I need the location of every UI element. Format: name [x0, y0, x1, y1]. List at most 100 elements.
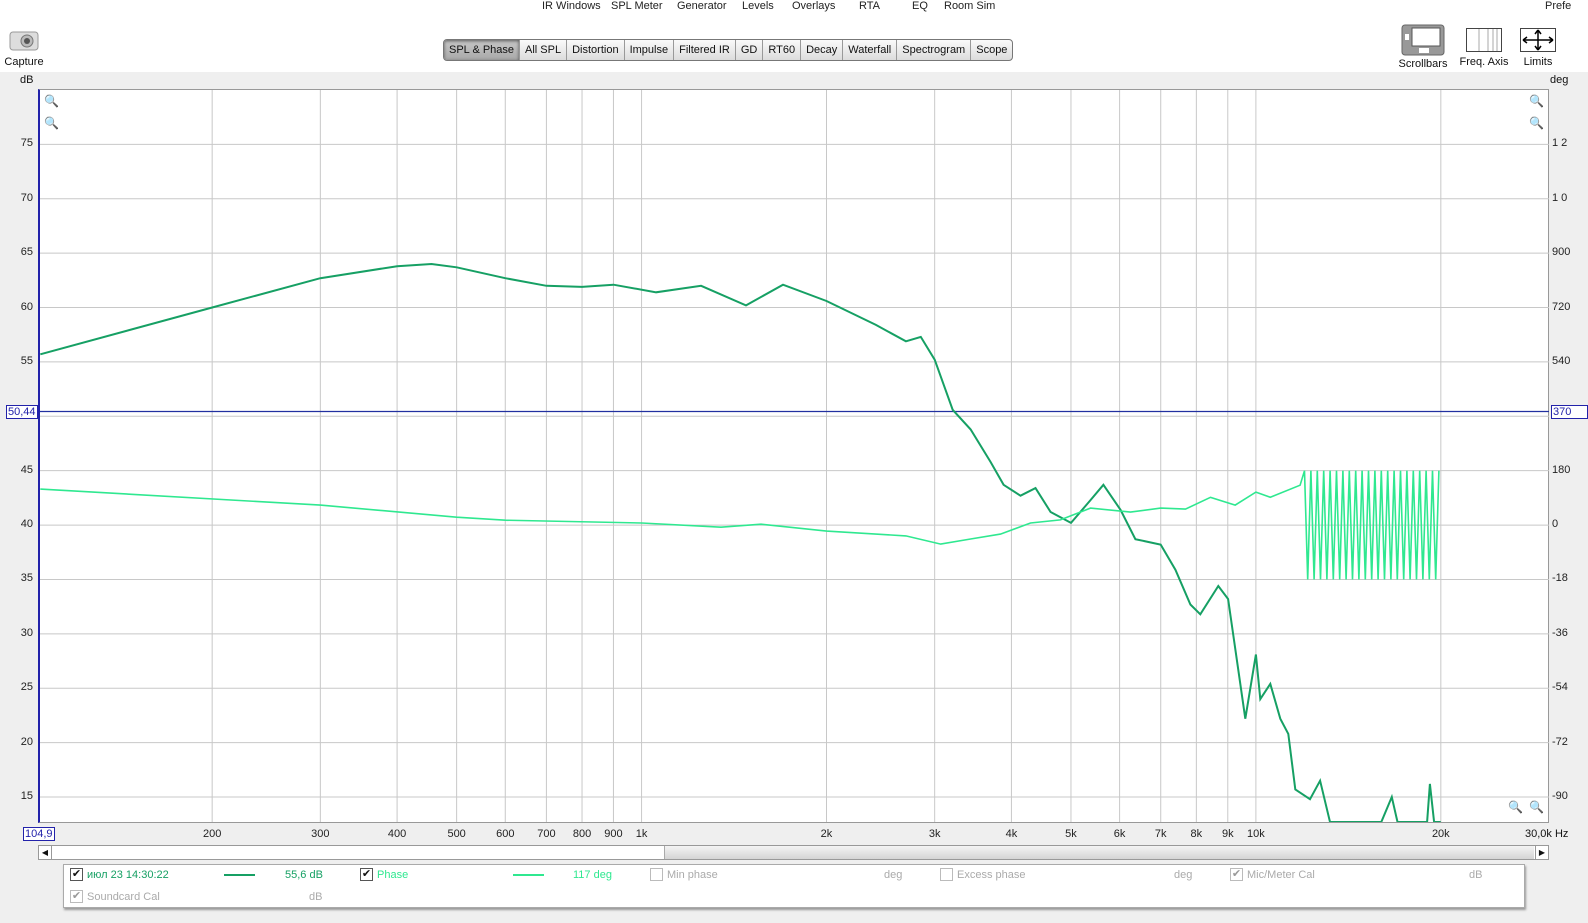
measurement-checkbox[interactable]: ✔ [70, 868, 83, 881]
y-tick-label: 55 [20, 354, 33, 367]
capture-button[interactable]: Capture [2, 28, 46, 68]
scroll-left-arrow[interactable]: ◀ [39, 846, 52, 859]
x-tick-label: 9k [1221, 828, 1234, 840]
menu-overlays[interactable]: Overlays [792, 0, 835, 13]
x-axis-end-label: 30,0k Hz [1525, 828, 1569, 840]
menu-levels[interactable]: Levels [742, 0, 774, 13]
zoom-out-icon[interactable]: 🔍 [1529, 116, 1544, 130]
measurement-name: июл 23 14:30:22 [87, 869, 169, 881]
zoom-in-icon[interactable]: 🔍 [1529, 800, 1544, 814]
left-axis-unit: dB [20, 74, 34, 86]
excess-phase-checkbox[interactable] [940, 868, 953, 881]
y-tick-label: 70 [20, 191, 33, 204]
spl-value: 55,6 dB [285, 869, 323, 881]
min-phase-label: Min phase [667, 869, 718, 881]
y2-tick-label: 180 [1552, 463, 1571, 476]
y-tick-label: 40 [20, 518, 33, 531]
tab-spl-phase[interactable]: SPL & Phase [444, 40, 521, 60]
cursor-deg-readout: 370 [1551, 405, 1588, 419]
cursor-db-readout: 50,44 [6, 405, 38, 419]
x-tick-label: 2k [820, 828, 833, 840]
tab-gd[interactable]: GD [736, 40, 764, 60]
y2-tick-label: -54 [1552, 681, 1568, 694]
tab-decay[interactable]: Decay [801, 40, 844, 60]
min-phase-checkbox[interactable] [650, 868, 663, 881]
y-tick-label: 25 [20, 681, 33, 694]
menu-generator[interactable]: Generator [677, 0, 727, 13]
y-tick-label: 65 [20, 246, 33, 259]
y-tick-label: 35 [20, 572, 33, 585]
x-tick-label: 500 [447, 828, 466, 840]
graph-tabs: SPL & Phase All SPL Distortion Impulse F… [443, 39, 1014, 61]
excess-phase-label: Excess phase [957, 869, 1026, 881]
x-tick-label: 20k [1431, 828, 1450, 840]
y2-tick-label: 1 2 [1552, 137, 1568, 150]
tab-impulse[interactable]: Impulse [625, 40, 675, 60]
series-spl-line [40, 262, 1441, 822]
tab-spectrogram[interactable]: Spectrogram [897, 40, 972, 60]
zoom-out-icon[interactable]: 🔍 [1508, 800, 1523, 814]
menu-rta[interactable]: RTA [859, 0, 880, 13]
menu-eq[interactable]: EQ [912, 0, 928, 13]
phase-checkbox[interactable]: ✔ [360, 868, 373, 881]
tab-waterfall[interactable]: Waterfall [843, 40, 898, 60]
x-tick-label: 10k [1247, 828, 1265, 840]
tab-rt60[interactable]: RT60 [763, 40, 802, 60]
mic-cal-checkbox[interactable]: ✔ [1230, 868, 1243, 881]
camera-icon [9, 31, 39, 51]
menu-ir-windows[interactable]: IR Windows [542, 0, 601, 13]
limits-icon [1520, 28, 1556, 52]
mic-cal-value: dB [1469, 869, 1483, 881]
limits-button[interactable]: Limits [1518, 28, 1558, 68]
scrollbars-label: Scrollbars [1398, 58, 1448, 70]
menu-preferences[interactable]: Prefe [1545, 0, 1571, 13]
y-tick-label: 30 [20, 626, 33, 639]
x-tick-label: 600 [496, 828, 515, 840]
tab-distortion[interactable]: Distortion [567, 40, 625, 60]
horizontal-scrollbar[interactable]: ◀ ▶ [38, 845, 1549, 860]
soundcard-cal-checkbox[interactable]: ✔ [70, 890, 83, 903]
y2-tick-label: -18 [1552, 572, 1568, 585]
x-tick-label: 400 [387, 828, 407, 840]
tab-all-spl[interactable]: All SPL [520, 40, 568, 60]
zoom-in-icon[interactable]: 🔍 [44, 94, 59, 108]
limits-label: Limits [1523, 56, 1553, 68]
freq-axis-button[interactable]: Freq. Axis [1456, 28, 1512, 68]
y2-tick-label: 720 [1552, 300, 1571, 313]
tab-scope[interactable]: Scope [971, 40, 1012, 60]
y-tick-label: 20 [20, 735, 33, 748]
y2-tick-label: 1 0 [1552, 191, 1568, 204]
y-tick-label: 75 [20, 137, 33, 150]
x-tick-label: 3k [928, 828, 941, 840]
right-axis-unit: deg [1550, 74, 1569, 86]
y2-tick-label: -90 [1552, 789, 1568, 802]
y2-tick-label: -72 [1552, 735, 1568, 748]
scrollbars-button[interactable]: Scrollbars [1396, 24, 1450, 70]
x-tick-label: 4k [1005, 828, 1018, 840]
x-tick-label: 7k [1154, 828, 1167, 840]
excess-phase-value: deg [1174, 869, 1193, 881]
zoom-out-icon[interactable]: 🔍 [44, 116, 59, 130]
y2-tick-label: -36 [1552, 626, 1568, 639]
y2-tick-label: 900 [1552, 246, 1571, 259]
tab-filtered-ir[interactable]: Filtered IR [674, 40, 736, 60]
scroll-thumb[interactable] [664, 846, 1534, 859]
top-menu: IR Windows SPL Meter Generator Levels Ov… [0, 0, 1588, 14]
menu-spl-meter[interactable]: SPL Meter [611, 0, 663, 13]
cursor-freq-readout: 104,9 [23, 827, 55, 841]
spl-phase-graph[interactable]: 🔍 🔍 🔍 🔍 🔍 🔍 [38, 89, 1549, 823]
zoom-in-icon[interactable]: 🔍 [1529, 94, 1544, 108]
spl-line-swatch [224, 874, 255, 876]
x-tick-label: 800 [572, 828, 592, 840]
x-tick-label: 200 [202, 828, 222, 840]
phase-line-swatch [513, 874, 544, 876]
menu-room-sim[interactable]: Room Sim [944, 0, 995, 13]
x-tick-label: 6k [1113, 828, 1126, 840]
scroll-right-arrow[interactable]: ▶ [1535, 846, 1548, 859]
chart-svg [40, 90, 1549, 822]
x-tick-label: 1k [635, 828, 648, 840]
soundcard-cal-label: Soundcard Cal [87, 891, 160, 903]
phase-label: Phase [377, 869, 409, 881]
y2-tick-label: 0 [1552, 518, 1559, 531]
legend-panel: ✔ июл 23 14:30:22 55,6 dB ✔ Phase 117 de… [63, 864, 1525, 908]
